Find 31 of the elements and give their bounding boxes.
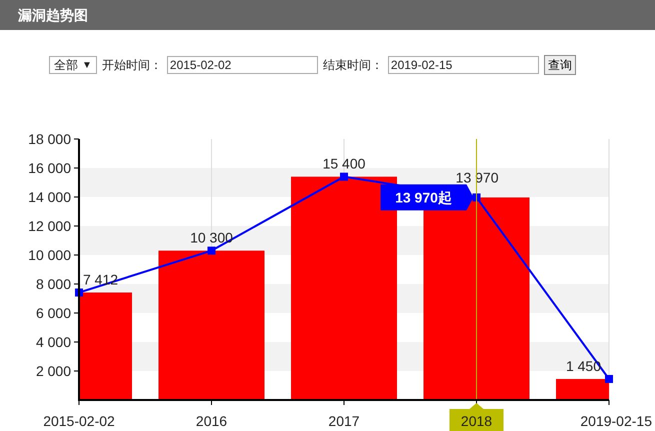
tooltip-text: 13 970起 [395,189,452,206]
data-point [605,374,613,383]
y-tick-label: 2 000 [36,363,71,379]
y-tick-label: 14 000 [28,189,71,205]
highlighted-x-label: 2018 [450,403,504,431]
y-tick-label: 8 000 [36,276,71,292]
y-tick-label: 6 000 [36,305,71,321]
y-tick-label: 18 000 [28,131,71,147]
x-tick-label: 2016 [196,413,228,429]
header-title: 漏洞趋势图 [18,6,88,24]
start-date-field[interactable]: 2015-02-02 [166,56,318,74]
end-date-field[interactable]: 2019-02-15 [388,56,539,74]
x-tick-label: 2019-02-15 [580,413,652,429]
data-point [340,172,348,181]
end-time-label: 结束时间： [322,57,383,74]
y-tick-label: 10 000 [28,247,71,263]
value-label: 1 450 [566,358,601,374]
start-time-label: 开始时间： [102,57,162,74]
y-tick-label: 12 000 [28,218,71,234]
value-label: 7 412 [83,272,118,288]
scope-dropdown[interactable]: 全部 ▼ [49,56,97,74]
x-tick-label: 2018 [460,413,492,429]
y-tick-label: 16 000 [28,160,71,176]
query-button[interactable]: 查询 [544,55,576,75]
x-tick-label: 2017 [328,413,360,429]
value-label: 15 400 [322,156,366,172]
bar [556,378,609,400]
x-tick-label: 2015-02-02 [43,413,115,429]
value-label: 10 300 [190,230,233,246]
y-tick-label: 4 000 [36,334,71,350]
data-point [208,246,216,255]
